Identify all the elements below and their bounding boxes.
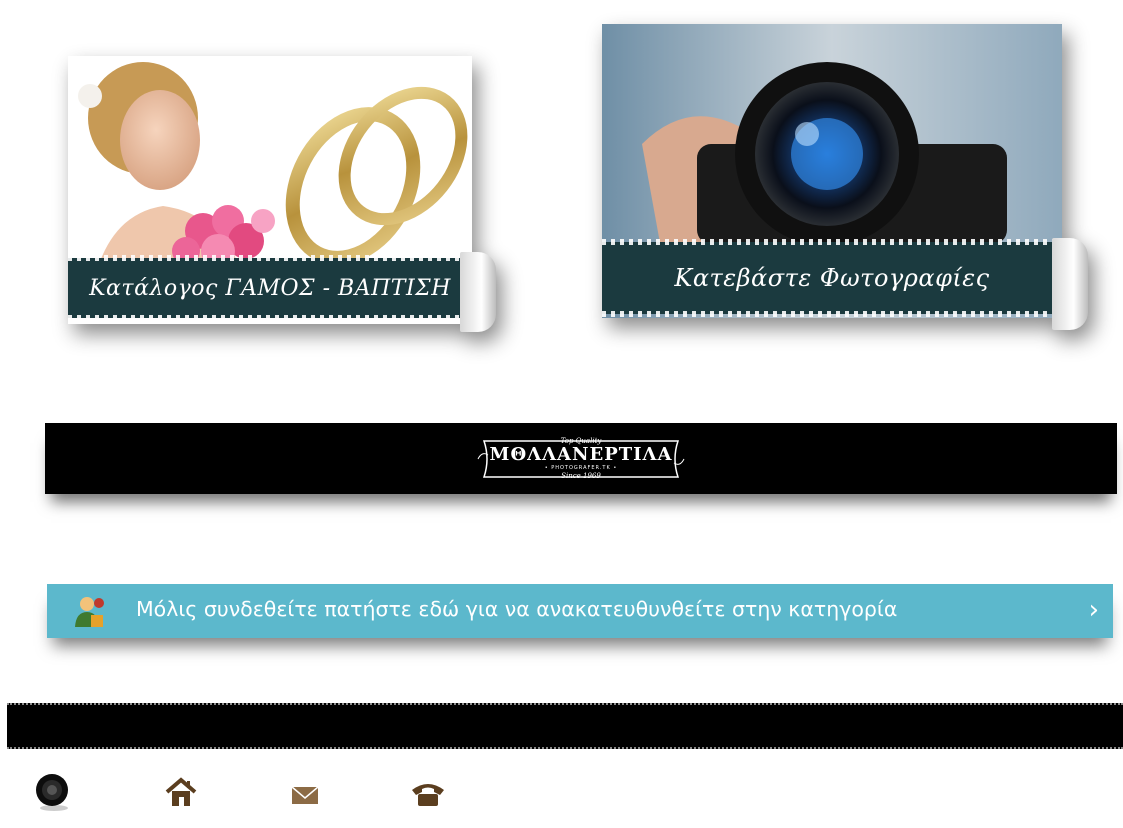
wedding-catalog-banner: Κατάλογος ΓΑΜΟΣ - ΒΑΠΤΙΣΗ — [68, 255, 472, 321]
download-photos-label: Κατεβάστε Φωτογραφίες — [674, 264, 990, 292]
wedding-catalog-card[interactable]: Κατάλογος ΓΑΜΟΣ - ΒΑΠΤΙΣΗ — [68, 56, 496, 332]
brand-logo[interactable]: Top Quality ΜΘΛΛΑΝΕΡΤΙΛΑ • PHOTOGRAFER.T… — [474, 433, 688, 485]
wedding-catalog-label: Κατάλογος ΓΑΜΟΣ - ΒΑΠΤΙΣΗ — [89, 275, 451, 301]
login-redirect-text: Μόλις συνδεθείτε πατήστε εδώ για να ανακ… — [136, 597, 898, 621]
logo-frame-icon — [477, 439, 685, 478]
user-pin-icon — [73, 595, 107, 629]
page-curl — [1052, 238, 1088, 330]
camera-lens-icon[interactable] — [32, 772, 72, 812]
home-icon[interactable] — [161, 772, 201, 812]
download-photos-banner: Κατεβάστε Φωτογραφίες — [602, 239, 1062, 317]
login-redirect-banner[interactable]: Μόλις συνδεθείτε πατήστε εδώ για να ανακ… — [47, 584, 1113, 638]
logo-bar: Top Quality ΜΘΛΛΑΝΕΡΤΙΛΑ • PHOTOGRAFER.T… — [45, 423, 1117, 494]
page-curl — [460, 252, 496, 332]
mail-icon[interactable] — [286, 772, 326, 812]
download-photos-card[interactable]: Κατεβάστε Φωτογραφίες — [602, 24, 1088, 330]
phone-icon[interactable] — [408, 772, 448, 812]
chevron-right-icon: › — [1088, 595, 1099, 625]
footer-bar — [7, 703, 1123, 749]
